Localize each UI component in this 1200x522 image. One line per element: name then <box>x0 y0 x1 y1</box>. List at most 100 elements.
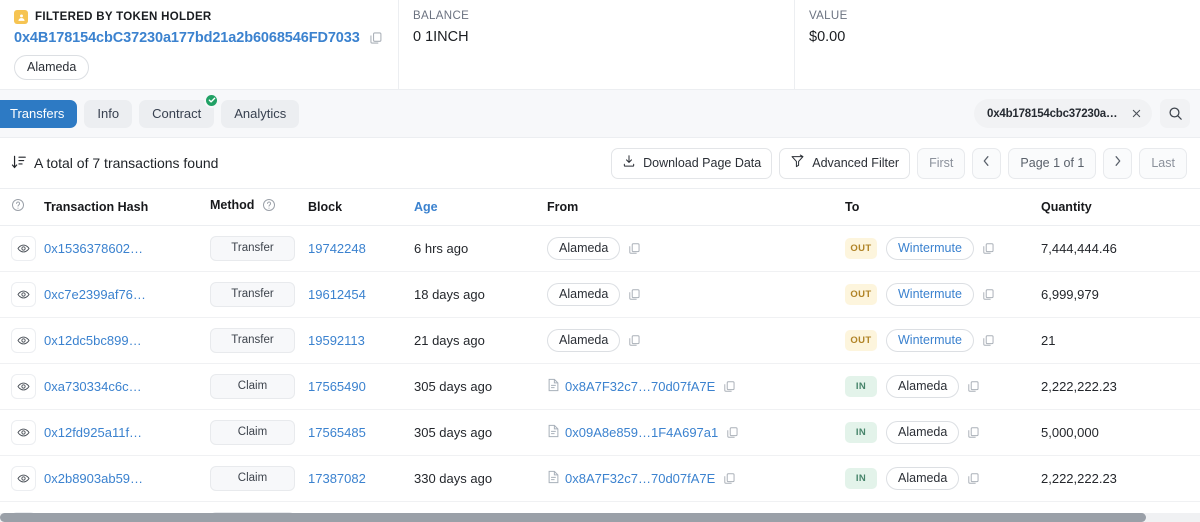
copy-icon[interactable] <box>369 31 383 45</box>
method-badge[interactable]: Transfer <box>210 236 295 261</box>
filter-label: FILTERED BY TOKEN HOLDER <box>35 11 212 23</box>
row-quantity-cell: 7,444,444.46 <box>1041 225 1200 272</box>
row-hash-cell: 0x12fd925a11f… <box>44 409 210 456</box>
block-link[interactable]: 19612454 <box>308 287 366 302</box>
to-name-tag[interactable]: Wintermute <box>886 329 974 352</box>
question-circle-icon[interactable] <box>262 198 276 215</box>
download-page-data-button[interactable]: Download Page Data <box>611 147 773 179</box>
copy-icon[interactable] <box>628 288 641 301</box>
search-input-value[interactable]: 0x4b178154cbc37230a177bd... <box>987 108 1123 120</box>
from-contract-address[interactable]: 0x8A7F32c7…70d07fA7E <box>547 470 715 487</box>
row-preview-cell <box>0 455 44 502</box>
row-method-cell: Claim <box>210 409 308 456</box>
row-age-cell: 18 days ago <box>414 271 547 318</box>
eye-icon[interactable] <box>11 236 36 261</box>
header-from: From <box>547 188 845 226</box>
from-contract-address[interactable]: 0x09A8e859…1F4A697a1 <box>547 424 718 441</box>
to-name-tag[interactable]: Alameda <box>886 421 960 444</box>
row-age-cell: 305 days ago <box>414 363 547 410</box>
verified-check-icon <box>204 92 220 108</box>
copy-icon[interactable] <box>723 472 736 485</box>
header-transaction-hash: Transaction Hash <box>44 188 210 226</box>
from-name-tag[interactable]: Alameda <box>547 329 621 352</box>
tab-list: Transfers Info Contract Analytics <box>0 92 300 128</box>
block-link[interactable]: 19592113 <box>308 333 365 348</box>
scrollbar-thumb[interactable] <box>0 513 1146 522</box>
transaction-hash-link[interactable]: 0x1536378602… <box>44 241 143 256</box>
copy-icon[interactable] <box>982 334 995 347</box>
direction-badge: OUT <box>845 284 877 305</box>
header-age[interactable]: Age <box>414 188 547 226</box>
from-name-tag[interactable]: Alameda <box>547 283 621 306</box>
block-link[interactable]: 17387082 <box>308 471 366 486</box>
method-badge[interactable]: Claim <box>210 466 295 491</box>
row-age-cell: 305 days ago <box>414 409 547 456</box>
search-filter-chip[interactable]: 0x4b178154cbc37230a177bd... <box>974 99 1152 128</box>
tab-transfers[interactable]: Transfers <box>0 99 78 128</box>
eye-icon[interactable] <box>11 466 36 491</box>
method-badge[interactable]: Claim <box>210 374 295 399</box>
token-holder-address-link[interactable]: 0x4B178154cbC37230a177bd21a2b6068546FD70… <box>14 30 360 46</box>
block-link[interactable]: 17565485 <box>308 425 366 440</box>
tab-info[interactable]: Info <box>84 99 133 128</box>
transaction-hash-link[interactable]: 0xa730334c6c… <box>44 379 142 394</box>
to-name-tag[interactable]: Wintermute <box>886 237 974 260</box>
row-block-cell: 17387082 <box>308 455 414 502</box>
row-method-cell: Transfer <box>210 271 308 318</box>
copy-icon[interactable] <box>982 242 995 255</box>
transaction-hash-link[interactable]: 0x12fd925a11f… <box>44 425 142 440</box>
tab-contract-label: Contract <box>152 105 202 121</box>
tab-analytics[interactable]: Analytics <box>221 99 300 128</box>
transaction-hash-link[interactable]: 0x2b8903ab59… <box>44 471 143 486</box>
block-link[interactable]: 19742248 <box>308 241 366 256</box>
first-page-button[interactable]: First <box>917 147 966 179</box>
holder-name-tag[interactable]: Alameda <box>14 55 90 80</box>
search-icon[interactable] <box>1160 99 1190 128</box>
from-contract-address[interactable]: 0x8A7F32c7…70d07fA7E <box>547 378 715 395</box>
copy-icon[interactable] <box>628 242 641 255</box>
eye-icon[interactable] <box>11 328 36 353</box>
copy-icon[interactable] <box>982 288 995 301</box>
row-method-cell: Transfer <box>210 225 308 272</box>
method-badge[interactable]: Transfer <box>210 282 295 307</box>
tab-transfers-label: Transfers <box>10 105 65 121</box>
to-name-tag[interactable]: Alameda <box>886 375 960 398</box>
page-indicator-label: Page 1 of 1 <box>1020 155 1085 170</box>
tab-contract[interactable]: Contract <box>139 92 220 128</box>
table-row: 0x1536378602… Transfer 19742248 6 hrs ago Al… <box>0 225 1200 272</box>
transaction-hash-link[interactable]: 0xc7e2399af76… <box>44 287 146 302</box>
method-badge[interactable]: Claim <box>210 420 295 445</box>
last-page-label: Last <box>1151 155 1175 170</box>
next-page-button[interactable] <box>1103 147 1133 179</box>
quantity-value: 6,999,979 <box>1041 287 1099 302</box>
previous-page-button[interactable] <box>972 147 1002 179</box>
to-name-tag[interactable]: Alameda <box>886 467 960 490</box>
copy-icon[interactable] <box>967 380 980 393</box>
to-name-tag[interactable]: Wintermute <box>886 283 974 306</box>
last-page-button[interactable]: Last <box>1139 147 1187 179</box>
table-header-row: Transaction Hash Method Block Age From T… <box>0 188 1200 226</box>
method-badge[interactable]: Transfer <box>210 328 295 353</box>
header-method-label: Method <box>210 198 255 212</box>
copy-icon[interactable] <box>726 426 739 439</box>
eye-icon[interactable] <box>11 374 36 399</box>
copy-icon[interactable] <box>967 426 980 439</box>
copy-icon[interactable] <box>723 380 736 393</box>
row-block-cell: 19742248 <box>308 225 414 272</box>
row-preview-cell <box>0 271 44 318</box>
from-name-tag[interactable]: Alameda <box>547 237 621 260</box>
transaction-hash-link[interactable]: 0x12dc5bc899… <box>44 333 142 348</box>
tab-analytics-label: Analytics <box>234 105 287 121</box>
copy-icon[interactable] <box>628 334 641 347</box>
eye-icon[interactable] <box>11 420 36 445</box>
question-circle-icon[interactable] <box>11 199 25 215</box>
eye-icon[interactable] <box>11 282 36 307</box>
advanced-filter-button[interactable]: Advanced Filter <box>779 147 911 179</box>
close-icon[interactable] <box>1129 106 1144 121</box>
block-link[interactable]: 17565490 <box>308 379 366 394</box>
horizontal-scrollbar[interactable] <box>0 513 1200 522</box>
value-summary: VALUE $0.00 <box>794 0 1200 89</box>
tab-bar-right: 0x4b178154cbc37230a177bd... <box>974 99 1190 128</box>
row-block-cell: 17565490 <box>308 363 414 410</box>
copy-icon[interactable] <box>967 472 980 485</box>
